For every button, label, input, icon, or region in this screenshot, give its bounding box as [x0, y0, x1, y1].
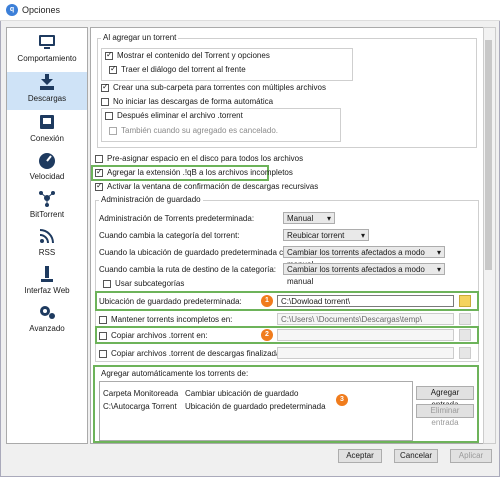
sidebar-item-bittorrent[interactable]: BitTorrent: [7, 188, 87, 224]
show-contents-label: Mostrar el contenido del Torrent y opcio…: [117, 51, 270, 60]
keep-incomplete-checkbox[interactable]: [99, 316, 107, 324]
default-save-label: Ubicación de guardado predeterminada:: [99, 297, 242, 306]
delete-after-checkbox[interactable]: [105, 112, 113, 120]
torrent-mode-select[interactable]: Manual: [283, 212, 335, 225]
recursive-dialog-label: Activar la ventana de confirmación de de…: [107, 182, 319, 191]
download-icon: [40, 74, 54, 90]
content-scrollbar-thumb[interactable]: [485, 40, 492, 270]
dont-start-checkbox[interactable]: [101, 98, 109, 106]
category-sidebar: Comportamiento Descargas Conexión Veloci…: [6, 27, 88, 444]
create-subfolder-checkbox[interactable]: [101, 82, 109, 92]
accept-button[interactable]: Aceptar: [338, 449, 382, 463]
sidebar-item-label: RSS: [38, 248, 56, 257]
copy-finished-label: Copiar archivos .torrent de descargas fi…: [111, 349, 294, 358]
sidebar-item-descargas[interactable]: Descargas: [7, 72, 87, 110]
delete-after-label: Después eliminar el archivo .torrent: [117, 111, 243, 120]
table-row-action[interactable]: Ubicación de guardado predeterminada: [185, 402, 326, 411]
default-save-path-input[interactable]: C:\Dowload torrent\: [277, 295, 454, 307]
category-path-changed-label: Cuando cambia la ruta de destino de la c…: [99, 265, 277, 274]
default-save-browse-folder-icon[interactable]: [459, 295, 471, 307]
bring-front-label: Traer el diálogo del torrent al frente: [121, 65, 246, 74]
copy-finished-browse-folder-icon[interactable]: [459, 347, 471, 359]
category-changed-select[interactable]: Reubicar torrent: [283, 229, 369, 242]
downloads-settings-panel: Al agregar un torrent Mostrar el conteni…: [90, 27, 484, 444]
preallocate-checkbox[interactable]: [95, 155, 103, 163]
sidebar-item-velocidad[interactable]: Velocidad: [7, 150, 87, 186]
category-changed-label: Cuando cambia la categoría del torrent:: [99, 231, 240, 240]
append-extension-label: Agregar la extensión .!qB a los archivos…: [107, 168, 293, 177]
sidebar-item-avanzado[interactable]: Avanzado: [7, 302, 87, 338]
recursive-dialog-checkbox[interactable]: [95, 181, 103, 191]
cancel-button[interactable]: Cancelar: [394, 449, 438, 463]
preallocate-label: Pre-asignar espacio en el disco para tod…: [107, 154, 304, 163]
sidebar-item-label: Descargas: [27, 94, 67, 103]
create-subfolder-label: Crear una sub-carpeta para torrentes con…: [113, 83, 326, 92]
sidebar-item-conexion[interactable]: Conexión: [7, 112, 87, 148]
apply-button[interactable]: Aplicar: [450, 449, 492, 463]
saving-management-title: Administración de guardado: [99, 195, 203, 204]
sidebar-item-label: Conexión: [30, 134, 64, 143]
use-subcategories-checkbox[interactable]: [103, 280, 111, 288]
copy-torrent-path-input[interactable]: [277, 329, 454, 341]
rss-icon: [39, 229, 54, 244]
add-entry-button[interactable]: Agregar entrada: [416, 386, 474, 409]
also-cancelled-checkbox[interactable]: [109, 127, 117, 135]
copy-torrent-checkbox[interactable]: [99, 332, 107, 340]
copy-finished-checkbox[interactable]: [99, 350, 107, 358]
category-path-changed-select[interactable]: Cambiar los torrents afectados a modo ma…: [283, 263, 445, 286]
col-header-folder: Carpeta Monitoreada: [103, 389, 179, 398]
bittorrent-icon: [39, 191, 55, 207]
copy-finished-path-input[interactable]: [277, 347, 454, 359]
sidebar-item-label: Interfaz Web: [24, 286, 70, 295]
dont-start-label: No iniciar las descargas de forma automá…: [113, 97, 274, 106]
copy-torrent-label: Copiar archivos .torrent en:: [111, 331, 208, 340]
badge-2: 2: [261, 329, 273, 341]
sidebar-item-rss[interactable]: RSS: [7, 226, 87, 262]
default-path-changed-label: Cuando la ubicación de guardado predeter…: [99, 248, 308, 257]
web-interface-icon: [41, 266, 53, 282]
copy-torrent-browse-folder-icon[interactable]: [459, 329, 471, 341]
sidebar-item-interfaz-web[interactable]: Interfaz Web: [7, 264, 87, 300]
keep-incomplete-browse-folder-icon[interactable]: [459, 313, 471, 325]
badge-3: 3: [336, 394, 348, 406]
sidebar-item-comportamiento[interactable]: Comportamiento: [7, 32, 87, 70]
keep-incomplete-label: Mantener torrents incompletos en:: [111, 315, 233, 324]
remove-entry-button[interactable]: Eliminar entrada: [416, 404, 474, 427]
window-title: Opciones: [22, 5, 61, 15]
network-icon: [40, 115, 54, 129]
bring-front-checkbox[interactable]: [109, 64, 117, 74]
monitor-icon: [39, 35, 55, 49]
sidebar-item-label: Velocidad: [29, 172, 65, 181]
speedometer-icon: [39, 153, 55, 169]
sidebar-item-label: BitTorrent: [29, 210, 65, 219]
when-adding-title: Al agregar un torrent: [101, 33, 179, 42]
autoadd-title: Agregar automáticamente los torrents de:: [99, 369, 251, 378]
qbittorrent-logo-icon: q: [6, 4, 18, 16]
sidebar-item-label: Comportamiento: [17, 54, 77, 63]
show-contents-checkbox[interactable]: [105, 50, 113, 60]
col-header-action: Cambiar ubicación de guardado: [185, 389, 299, 398]
use-subcategories-label: Usar subcategorías: [115, 279, 185, 288]
sidebar-item-label: Avanzado: [29, 324, 65, 333]
also-cancelled-label: También cuando su agregado es cancelado.: [121, 126, 278, 135]
default-path-changed-select[interactable]: Cambiar los torrents afectados a modo ma…: [283, 246, 445, 269]
torrent-mode-label: Administración de Torrents predeterminad…: [99, 214, 255, 223]
keep-incomplete-path-input[interactable]: C:\Users\ \Documents\Descargas\temp\: [277, 313, 454, 325]
append-extension-checkbox[interactable]: [95, 167, 103, 177]
advanced-gears-icon: [40, 306, 55, 319]
table-row-folder[interactable]: C:\Autocarga Torrent: [103, 402, 177, 411]
badge-1: 1: [261, 295, 273, 307]
title-bar: q Opciones: [0, 0, 500, 21]
